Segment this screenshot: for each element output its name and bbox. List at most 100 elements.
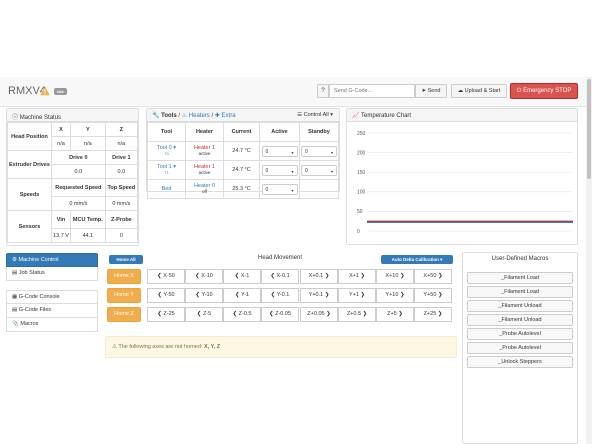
tab-tools[interactable]: Tools xyxy=(161,113,177,119)
move-z-minus-0-button[interactable]: ❮ Z-25 xyxy=(147,307,185,322)
auto-delta-calibration-button[interactable]: Auto Delta Calibration ▾ xyxy=(381,255,453,264)
bed-active-value: 0 xyxy=(265,186,269,193)
move-z-minus-1-button[interactable]: ❮ Z-5 xyxy=(185,307,223,322)
help-button[interactable]: ? xyxy=(317,84,329,98)
macro-button[interactable]: _Probe Autolevel xyxy=(467,342,573,354)
gcode-input[interactable] xyxy=(329,84,415,98)
move-y-plus-1-button[interactable]: Y+1 ❯ xyxy=(338,288,376,303)
control-all-dropdown[interactable]: ☰ Control All ▾ xyxy=(297,112,333,118)
home-x-button[interactable]: Home X xyxy=(107,269,141,284)
tool1-heater-cell[interactable]: Heater 1 active xyxy=(185,160,224,180)
app-root: RMXV4 idle ? ➤ Send ☁ Upload & Start ⏻ E… xyxy=(0,0,592,444)
home-z-button[interactable]: Home Z xyxy=(107,307,141,322)
tab-separator: / xyxy=(211,113,214,119)
alert-text: The following axes are not homed: xyxy=(118,344,203,350)
axis-x-header: X xyxy=(51,122,71,137)
nav-macros[interactable]: 📎 Macros xyxy=(6,318,98,332)
home-y-button[interactable]: Home Y xyxy=(107,288,141,303)
move-x-plus-0-button[interactable]: X+0.1 ❯ xyxy=(300,269,338,284)
move-z-minus-2-button[interactable]: ❮ Z-0.5 xyxy=(223,307,261,322)
fire-icon: ♨ xyxy=(181,113,188,119)
bed-heater-cell[interactable]: Heater 0 off xyxy=(185,179,224,199)
bed-state: off xyxy=(202,189,207,194)
move-z-plus-2-button[interactable]: Z+5 ❯ xyxy=(376,307,414,322)
head-x-value: n/a xyxy=(51,136,71,151)
top-speed-header: Top Speed xyxy=(104,178,139,197)
move-y-minus-3-button[interactable]: ❮ Y-0.1 xyxy=(261,288,299,303)
nav-machine-control[interactable]: ⚙ Machine Control xyxy=(6,253,98,267)
move-y-plus-2-button[interactable]: Y+10 ❯ xyxy=(376,288,414,303)
macro-button[interactable]: _Filament Load xyxy=(467,272,573,284)
tab-heaters[interactable]: ♨ Heaters xyxy=(182,113,210,119)
plus-icon: ✚ xyxy=(214,113,220,119)
nav-gcode-files[interactable]: ▤ G-Code Files xyxy=(6,304,98,318)
caret-down-icon: ▾ xyxy=(291,187,294,193)
macro-button[interactable]: _Filament Unload xyxy=(467,314,573,326)
tool1-cell[interactable]: Tool 1 ▾ T1 xyxy=(147,160,186,180)
bed-name[interactable]: Bed xyxy=(162,186,172,192)
move-label: X-50 xyxy=(163,273,175,279)
nav-gcode-console[interactable]: ▦ G-Code Console xyxy=(6,290,98,304)
paperclip-icon: 📎 xyxy=(12,321,19,327)
bed-active-select[interactable]: 0 ▾ xyxy=(261,183,298,195)
nav-job-status[interactable]: ▤ Job Status xyxy=(6,267,98,281)
tool0-standby-select[interactable]: 0 ▾ xyxy=(301,145,337,157)
macro-button[interactable]: _Unlock Steppers xyxy=(467,356,573,368)
caret-down-icon: ▾ xyxy=(330,149,333,155)
send-button[interactable]: ➤ Send xyxy=(415,84,447,98)
emergency-stop-button[interactable]: ⏻ Emergency STOP xyxy=(510,83,578,99)
drive1-value: 0.0 xyxy=(104,164,139,179)
move-label: Y-0.1 xyxy=(276,292,290,298)
move-y-minus-2-button[interactable]: ❮ Y-1 xyxy=(223,288,261,303)
caret-down-icon: ▾ xyxy=(330,112,333,118)
bed-active-cell: 0 ▾ xyxy=(259,179,300,199)
zprobe-value: 0 xyxy=(104,228,139,243)
move-x-minus-3-button[interactable]: ❮ X-0.1 xyxy=(261,269,299,284)
move-y-plus-0-button[interactable]: Y+0.1 ❯ xyxy=(300,288,338,303)
move-y-minus-0-button[interactable]: ❮ Y-50 xyxy=(147,288,185,303)
tool1-active-select[interactable]: 0 ▾ xyxy=(261,164,298,176)
move-x-minus-2-button[interactable]: ❮ X-1 xyxy=(223,269,261,284)
tab-extra[interactable]: ✚ Extra xyxy=(215,113,236,119)
macro-button[interactable]: _Filament Unload xyxy=(467,300,573,312)
tool1-standby-select[interactable]: 0 ▾ xyxy=(301,164,337,176)
y-tick-label: 150 xyxy=(357,170,366,176)
tool1-standby-value: 0 xyxy=(305,167,308,174)
move-label: X-10 xyxy=(201,273,213,279)
move-z-plus-3-button[interactable]: Z+25 ❯ xyxy=(414,307,452,322)
move-x-minus-0-button[interactable]: ❮ X-50 xyxy=(147,269,185,284)
tools-panel: 🔧 Tools / ♨ Heaters / ✚ Extra ☰ Control … xyxy=(146,108,340,199)
move-label: X-0.1 xyxy=(276,273,290,279)
move-z-plus-1-button[interactable]: Z+0.5 ❯ xyxy=(338,307,376,322)
tools-header: 🔧 Tools / ♨ Heaters / ✚ Extra ☰ Control … xyxy=(147,109,339,122)
move-x-plus-2-button[interactable]: X+10 ❯ xyxy=(376,269,414,284)
tab-separator: / xyxy=(178,113,181,119)
temperature-chart-title: Temperature Chart xyxy=(361,113,412,119)
move-x-plus-1-button[interactable]: X+1 ❯ xyxy=(338,269,376,284)
move-y-minus-1-button[interactable]: ❮ Y-10 xyxy=(185,288,223,303)
scrollbar-thumb[interactable] xyxy=(587,79,591,179)
tool0-cell[interactable]: Tool 0 ▾ T0 xyxy=(147,141,186,161)
chevron-right-icon: ❯ xyxy=(436,273,443,279)
caret-down-icon: ▾ xyxy=(440,257,443,262)
move-z-plus-0-button[interactable]: Z+0.05 ❯ xyxy=(300,307,338,322)
upload-start-button[interactable]: ☁ Upload & Start xyxy=(451,84,507,98)
move-label: Z-25 xyxy=(163,311,175,317)
move-y-plus-3-button[interactable]: Y+50 ❯ xyxy=(414,288,452,303)
move-label: Z+5 xyxy=(387,311,397,317)
bed-cell[interactable]: Bed xyxy=(147,179,186,199)
tool0-active-select[interactable]: 0 ▾ xyxy=(261,145,298,157)
tool0-active-value: 0 xyxy=(265,148,269,155)
caret-down-icon: ▾ xyxy=(291,149,294,155)
move-x-minus-1-button[interactable]: ❮ X-10 xyxy=(185,269,223,284)
temperature-chart-header: 📈 Temperature Chart xyxy=(347,109,577,122)
tool0-heater-cell[interactable]: Heater 1 active xyxy=(185,141,224,161)
move-x-plus-3-button[interactable]: X+50 ❯ xyxy=(414,269,452,284)
tool0-state: active xyxy=(198,151,211,156)
chevron-right-icon: ❯ xyxy=(398,292,405,298)
macro-button[interactable]: _Probe Autolevel xyxy=(467,328,573,340)
macro-button[interactable]: _Filament Load xyxy=(467,286,573,298)
home-all-button[interactable]: Home All xyxy=(109,255,143,264)
move-z-minus-3-button[interactable]: ❮ Z-0.05 xyxy=(261,307,299,322)
temperature-chart: 0 50 100 150 200 250 xyxy=(357,131,573,235)
